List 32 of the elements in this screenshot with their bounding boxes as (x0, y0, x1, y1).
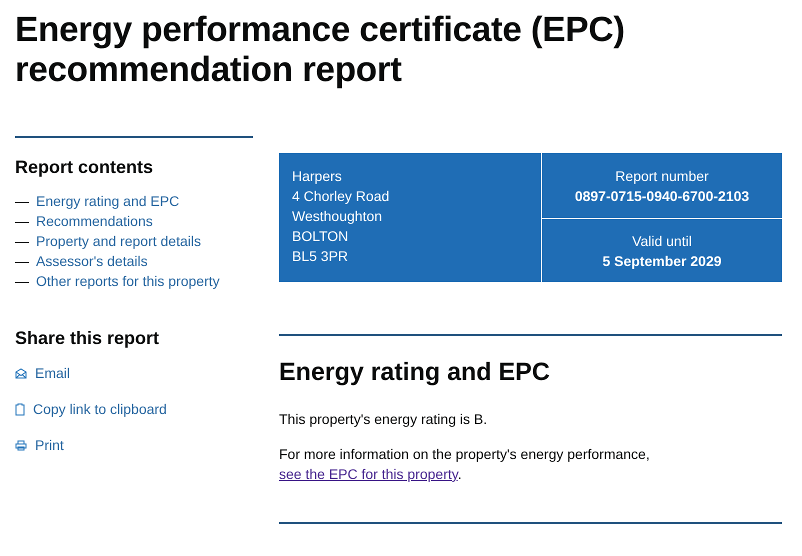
address-line: 4 Chorley Road (292, 187, 390, 206)
contents-link[interactable]: Property and report details (36, 231, 201, 251)
dash: — (15, 212, 29, 231)
address-line: BOLTON (292, 227, 350, 246)
address-line: Westhoughton (292, 207, 384, 226)
share-heading: Share this report (15, 328, 160, 349)
printer-icon (15, 440, 27, 450)
address-line: Harpers (292, 167, 343, 186)
address-line: BL5 3PR (292, 247, 350, 266)
epc-link[interactable]: see the EPC for this property (279, 466, 458, 482)
dash: — (15, 232, 29, 251)
page-title: Energy performance certificate (EPC) recommendation report (15, 10, 626, 90)
share-link[interactable]: Copy link to clipboard (33, 401, 167, 417)
dash: — (15, 252, 29, 271)
contents-link[interactable]: Recommendations (36, 211, 153, 231)
dash: — (15, 272, 29, 291)
rating-text: This property's energy rating is B. (279, 410, 488, 429)
section-heading: Energy rating and EPC (279, 358, 551, 387)
email-icon (15, 368, 27, 378)
report-number-label: Report number (614, 167, 710, 186)
valid-until-label: Valid until (631, 232, 693, 250)
report-number: 0897-0715-0940-6700-2103 (574, 187, 750, 206)
share-link[interactable]: Email (35, 365, 70, 381)
contents-heading: Report contents (15, 157, 154, 178)
clipboard-icon (15, 402, 25, 416)
contents-link[interactable]: Energy rating and EPC (36, 191, 180, 211)
valid-until-date: 5 September 2029 (601, 252, 723, 270)
contents-link[interactable]: Other reports for this property (36, 271, 220, 291)
info-text: For more information on the property's energy performance, see the EPC for this property. (279, 445, 651, 484)
share-link[interactable]: Print (35, 437, 64, 453)
dash: — (15, 192, 29, 211)
contents-link[interactable]: Assessor's details (36, 251, 148, 271)
